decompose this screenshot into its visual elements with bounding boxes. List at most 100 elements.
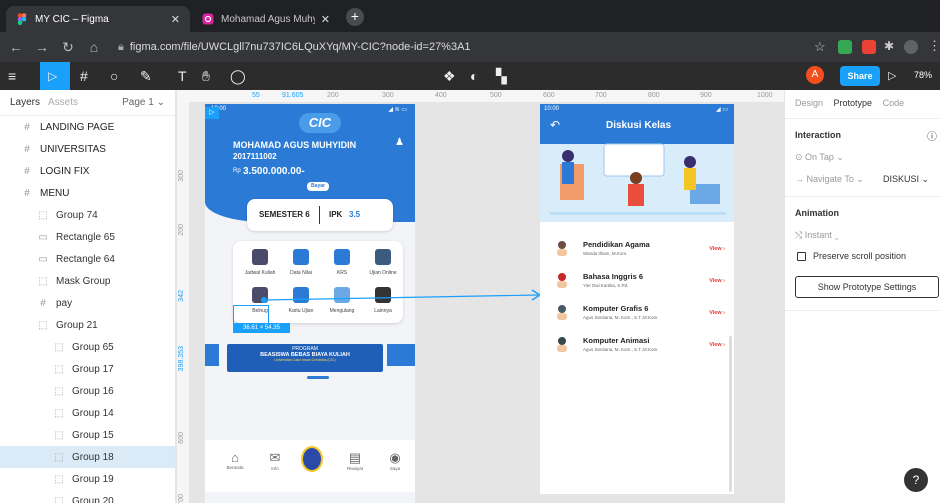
layer-row[interactable]: ⬚ Group 15 [0, 424, 175, 446]
pay-button[interactable]: Bayar [307, 182, 329, 191]
scholarship-banner[interactable]: PROGRAM BEASISWA BEBAS BIAYA KULIAH Univ… [227, 344, 383, 372]
layer-label: Group 18 [72, 451, 114, 463]
animation-select[interactable]: ⤭ Instant ⌄ [795, 230, 838, 241]
menu-item[interactable]: Ujian Online [360, 249, 406, 276]
layer-row[interactable]: ⬚ Mask Group [0, 270, 175, 292]
layer-row[interactable]: ⬚ Group 21 [0, 314, 175, 336]
group-icon: ⬚ [54, 341, 64, 353]
destination-select[interactable]: DISKUSI ⌄ [883, 174, 929, 185]
course-row[interactable]: Komputer Animasi Agus Sentiana, M. Kom., … [555, 336, 725, 362]
action-select[interactable]: → Navigate To ⌄ [795, 174, 864, 185]
diskusi-frame[interactable]: 10:00 ◢ ▭ ↶ Diskusi Kelas Pendidikan Aga… [540, 104, 734, 494]
layer-row[interactable]: ⬚ Group 18 [0, 446, 175, 468]
component-icon[interactable]: ❖ [443, 67, 456, 85]
text-tool-icon[interactable]: T [178, 67, 187, 85]
pen-tool-icon[interactable]: ✎ [140, 67, 152, 85]
extension-icon[interactable] [838, 40, 852, 54]
layer-row[interactable]: # LOGIN FIX [0, 160, 175, 182]
hand-tool-icon[interactable]: ✋︎ [202, 67, 210, 85]
extensions-puzzle-icon[interactable]: ✱ [884, 39, 894, 53]
close-tab-icon[interactable]: ✕ [321, 13, 330, 26]
layer-row[interactable]: ⬚ Group 14 [0, 402, 175, 424]
reload-icon[interactable]: ↻ [58, 39, 78, 56]
layer-row[interactable]: ⬚ Group 17 [0, 358, 175, 380]
tab-layers[interactable]: Layers [10, 97, 40, 108]
bottom-nav-item[interactable]: ◉ Saya [385, 450, 405, 471]
layer-row[interactable]: ⬚ Group 19 [0, 468, 175, 490]
user-avatar[interactable]: A [806, 66, 824, 84]
layer-row[interactable]: # pay [0, 292, 175, 314]
share-button[interactable]: Share [840, 66, 880, 86]
close-tab-icon[interactable]: ✕ [171, 13, 180, 26]
flow-start-icon[interactable]: ▷ [205, 107, 219, 119]
bookmark-star-icon[interactable]: ☆ [814, 39, 826, 55]
layer-row[interactable]: # UNIVERSITAS [0, 138, 175, 160]
animation-value: Instant [804, 230, 832, 240]
boolean-icon[interactable]: ▚ [496, 67, 507, 85]
preserve-scroll-checkbox[interactable] [797, 252, 806, 261]
bottom-nav-item[interactable]: ⌂ Beranda [225, 450, 245, 470]
layer-row[interactable]: ⬚ Group 65 [0, 336, 175, 358]
present-icon[interactable]: ▷ [888, 67, 896, 85]
balance: 3.500.000.00- [243, 166, 305, 177]
profile-icon[interactable] [904, 40, 918, 54]
move-tool-button[interactable]: ▷ [40, 62, 70, 90]
help-button[interactable]: ? [904, 468, 928, 492]
page-selector[interactable]: Page 1 ⌄ [122, 97, 165, 108]
zoom-level[interactable]: 78% [914, 70, 932, 80]
divider [785, 196, 940, 197]
bottom-nav-item[interactable]: ▤ Riwayat [345, 450, 365, 471]
tab-prototype[interactable]: Prototype [834, 98, 873, 108]
layer-row[interactable]: ⬚ Group 16 [0, 380, 175, 402]
show-prototype-settings-button[interactable]: Show Prototype Settings [795, 276, 939, 298]
layer-row[interactable]: ⬚ Group 74 [0, 204, 175, 226]
tab-code[interactable]: Code [883, 98, 905, 108]
bottom-nav-item[interactable]: ✉ Info [265, 450, 285, 471]
course-row[interactable]: Bahasa Inggris 6 Yier Dwi Kartika, S.Pd. V… [555, 272, 725, 298]
tab-design[interactable]: Design [795, 98, 823, 108]
trigger-select[interactable]: ⊙ On Tap ⌄ [795, 152, 844, 163]
layer-row[interactable]: # MENU [0, 182, 175, 204]
view-link[interactable]: View › [709, 246, 725, 252]
help-circle-icon[interactable]: ⓘ [927, 128, 937, 143]
mask-icon[interactable]: ◐ [470, 67, 478, 85]
layer-row[interactable]: ⬚ Group 20 [0, 490, 175, 503]
extension-icon[interactable] [862, 40, 876, 54]
course-row[interactable]: Komputer Grafis 6 Agus Sentiana, M. Kom.,… [555, 304, 725, 330]
view-link[interactable]: View › [709, 278, 725, 284]
layer-row[interactable]: # LANDING PAGE [0, 116, 175, 138]
menu-item[interactable]: KRS [319, 249, 365, 276]
ruler-tick: 900 [700, 92, 712, 99]
browser-tab-figma[interactable]: MY CIC – Figma ✕ [6, 6, 190, 32]
new-tab-button[interactable]: + [346, 8, 364, 26]
layer-row[interactable]: ▭ Rectangle 65 [0, 226, 175, 248]
back-arrow-icon[interactable]: ↶ [550, 118, 560, 132]
frame-icon: # [24, 187, 30, 199]
shape-tool-icon[interactable]: ○ [110, 67, 118, 85]
preserve-scroll-label: Preserve scroll position [813, 251, 907, 261]
main-menu-icon[interactable]: ≡ [8, 67, 16, 85]
tab-assets[interactable]: Assets [48, 97, 78, 108]
home-icon[interactable]: ⌂ [84, 39, 104, 55]
comment-tool-icon[interactable]: ◯ [230, 67, 246, 85]
tab-title: MY CIC – Figma [35, 13, 109, 25]
ruler-tick: 400 [435, 92, 447, 99]
menu-item[interactable]: Data Nilai [278, 249, 324, 276]
scrollbar[interactable] [729, 336, 732, 492]
layer-row[interactable]: ▭ Rectangle 64 [0, 248, 175, 270]
view-link[interactable]: View › [709, 310, 725, 316]
back-icon[interactable]: ← [6, 39, 26, 55]
frame-tool-icon[interactable]: # [80, 67, 88, 85]
prototype-connector[interactable] [260, 288, 545, 308]
menu-item[interactable]: Jadwal Kuliah [237, 249, 283, 276]
browser-tab-instagram[interactable]: Mohamad Agus Muhyidin (@mu ✕ [192, 6, 340, 32]
emblem-icon[interactable] [301, 446, 323, 472]
user-icon[interactable]: ♟︎ [395, 137, 404, 148]
course-row[interactable]: Pendidikan Agama Wanda Ilham, M.Kom. View … [555, 240, 725, 266]
left-ruler: 300 200 342 398.353 600 700 [177, 102, 189, 503]
view-label: View [709, 278, 722, 284]
url-field[interactable]: 🔒︎ figma.com/file/UWCLgll7nu737IC6LQuXYq/… [112, 37, 802, 57]
view-link[interactable]: View › [709, 342, 725, 348]
browser-menu-icon[interactable]: ⋮ [928, 38, 940, 54]
forward-icon[interactable]: → [32, 39, 52, 55]
